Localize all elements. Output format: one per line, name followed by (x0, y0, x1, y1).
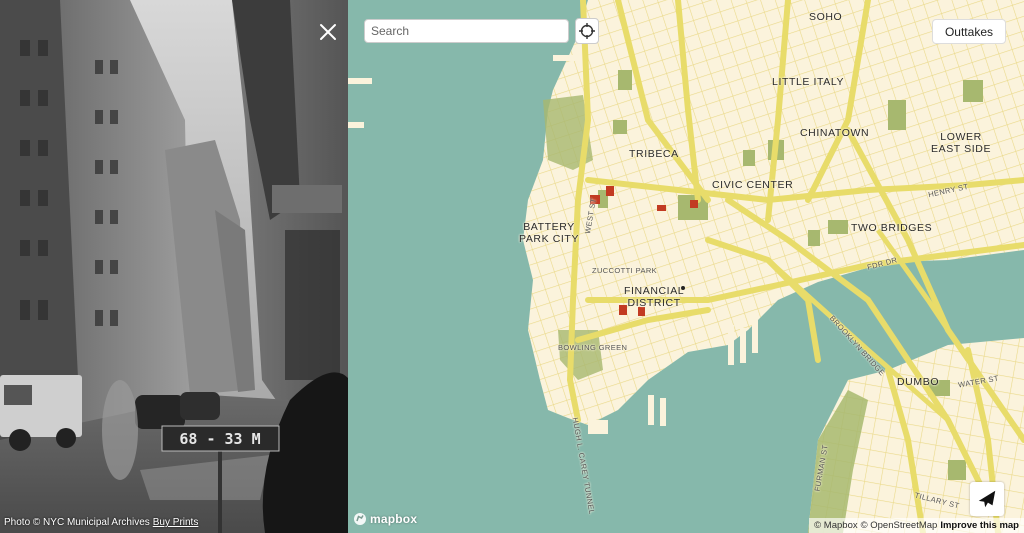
map-label-bowling-green: BOWLING GREEN (558, 343, 628, 352)
map-label-fd-line1: FINANCIAL (624, 285, 685, 297)
search-input[interactable] (364, 19, 569, 43)
map-label-zuccotti-park: ZUCCOTTI PARK (592, 266, 658, 275)
photo-credit-text: Photo © NYC Municipal Archives (4, 517, 150, 528)
map-attribution: © Mapbox © OpenStreetMap Improve this ma… (809, 518, 1024, 533)
airplane-icon (978, 490, 996, 508)
map-label-little-italy: LITTLE ITALY (772, 76, 845, 88)
photo-sign-text: 68 - 33 M (179, 430, 260, 448)
map-label-bpc-line2: PARK CITY (519, 233, 580, 245)
map-panel[interactable]: SOHO LITTLE ITALY CHINATOWN LOWER EAST S… (348, 0, 1024, 533)
map-label-battery-park-city: BATTERY PARK CITY (519, 221, 579, 245)
attribution-osm[interactable]: © OpenStreetMap (861, 520, 938, 531)
close-button[interactable] (316, 20, 340, 44)
close-icon (320, 24, 336, 40)
outtakes-button[interactable]: Outtakes (931, 19, 1006, 44)
buy-prints-link[interactable]: Buy Prints (153, 517, 199, 528)
map-label-bpc-line1: BATTERY (523, 221, 575, 233)
historical-photo: 68 - 33 M (0, 0, 348, 533)
map-label-civic-center: CIVIC CENTER (712, 179, 794, 191)
map-label-two-bridges: TWO BRIDGES (851, 222, 933, 234)
locate-button[interactable] (575, 18, 599, 44)
map-label-les-line2: EAST SIDE (931, 143, 992, 155)
mapbox-logo[interactable]: mapbox (353, 512, 417, 526)
crosshair-icon (579, 23, 595, 39)
improve-map-link[interactable]: Improve this map (940, 520, 1019, 531)
mapbox-label: mapbox (370, 512, 418, 526)
map-label-soho: SOHO (809, 11, 843, 23)
mapbox-icon (354, 513, 366, 525)
map-canvas[interactable] (348, 0, 1024, 533)
map-label-financial-district: FINANCIAL DISTRICT (624, 285, 684, 309)
attribution-mapbox[interactable]: © Mapbox (814, 520, 857, 531)
photo-panel: 68 - 33 M Photo © NYC Municipal Archives… (0, 0, 348, 533)
aerial-toggle-button[interactable] (970, 482, 1004, 516)
map-label-chinatown: CHINATOWN (800, 127, 870, 139)
map-label-dumbo: DUMBO (897, 376, 940, 388)
photo-credit: Photo © NYC Municipal Archives Buy Prints (4, 517, 198, 528)
map-label-fd-line2: DISTRICT (627, 297, 681, 309)
map-label-les-line1: LOWER (940, 131, 982, 143)
map-label-tribeca: TRIBECA (629, 148, 679, 160)
map-label-lower-east-side: LOWER EAST SIDE (931, 131, 991, 155)
